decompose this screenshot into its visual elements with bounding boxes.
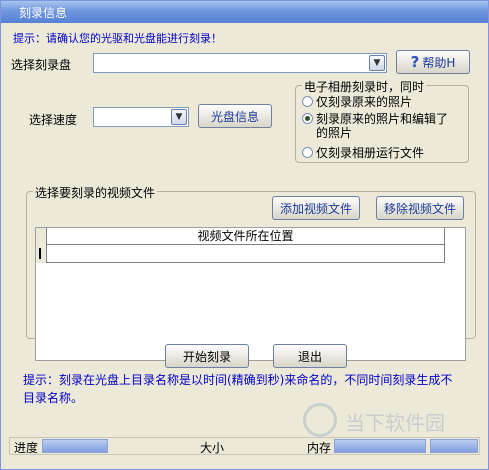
burn-info-window: 刻录信息 提示：请确认您的光驱和光盘能进行刻录！ 选择刻录盘 ▼ ? 帮助H 选… — [0, 0, 489, 470]
disc-label: 选择刻录盘 — [11, 58, 72, 72]
radio-button[interactable] — [302, 147, 313, 158]
table-cell[interactable] — [47, 245, 445, 263]
help-icon: ? — [410, 53, 420, 71]
radio-button-selected[interactable] — [302, 113, 313, 124]
column-header-location[interactable]: 视频文件所在位置 — [47, 228, 445, 245]
watermark: 当下软件园 — [303, 403, 483, 437]
chevron-down-icon[interactable]: ▼ — [171, 109, 187, 125]
progress-bar — [42, 439, 108, 453]
window-title: 刻录信息 — [19, 6, 68, 20]
progress-label: 进度 — [14, 441, 39, 455]
help-button[interactable]: ? 帮助H — [396, 50, 470, 74]
watermark-logo-icon — [303, 403, 337, 437]
radio-original-photos[interactable]: 仅刻录原来的照片 — [302, 95, 462, 109]
radio-button[interactable] — [302, 96, 313, 107]
speed-label: 选择速度 — [29, 113, 78, 127]
disc-info-button-label: 光盘信息 — [210, 109, 259, 124]
add-video-button-label: 添加视频文件 — [279, 201, 352, 216]
radio-label: 刻录原来的照片和编辑了的照片 — [316, 112, 449, 140]
start-burn-button-label: 开始刻录 — [182, 349, 231, 364]
video-files-table[interactable]: 视频文件所在位置 — [35, 227, 466, 361]
remove-video-button-label: 移除视频文件 — [383, 201, 456, 216]
disc-select[interactable]: ▼ — [93, 53, 387, 73]
radio-original-and-edited[interactable]: 刻录原来的照片和编辑了的照片 — [302, 112, 452, 140]
bottom-hint-text: 提示：刻录在光盘上目录名称是以时间(精确到秒)来命名的，不同时间刻录生成不目录名… — [23, 373, 453, 405]
title-bar[interactable]: 刻录信息 — [1, 1, 488, 23]
watermark-text: 当下软件园 — [345, 411, 445, 435]
exit-button[interactable]: 退出 — [273, 344, 347, 368]
video-files-title: 选择要刻录的视频文件 — [33, 184, 158, 201]
top-hint-text: 提示：请确认您的光驱和光盘能进行刻录！ — [13, 32, 222, 45]
radio-album-runtime-files[interactable]: 仅刻录相册运行文件 — [302, 146, 462, 160]
memory-label: 内存 — [307, 441, 332, 455]
chevron-down-icon[interactable]: ▼ — [369, 55, 385, 71]
disc-info-button[interactable]: 光盘信息 — [198, 104, 272, 128]
status-bar: 进度 大小 内存 — [9, 437, 480, 455]
table-header-row: 视频文件所在位置 — [36, 228, 445, 245]
add-video-button[interactable]: 添加视频文件 — [272, 196, 360, 220]
album-options-title: 电子相册刻录时，同时 — [302, 78, 427, 95]
table-row[interactable] — [36, 245, 445, 263]
size-label: 大小 — [200, 441, 225, 455]
speed-select[interactable]: ▼ — [93, 107, 189, 127]
row-selector[interactable] — [36, 245, 47, 263]
table-corner — [36, 228, 47, 245]
exit-button-label: 退出 — [297, 349, 322, 364]
radio-label: 仅刻录相册运行文件 — [316, 146, 425, 160]
status-indicator — [430, 439, 478, 453]
start-burn-button[interactable]: 开始刻录 — [165, 344, 249, 368]
remove-video-button[interactable]: 移除视频文件 — [376, 196, 464, 220]
memory-indicator — [334, 439, 426, 453]
help-button-label: 帮助H — [422, 55, 456, 70]
radio-label: 仅刻录原来的照片 — [316, 95, 413, 109]
